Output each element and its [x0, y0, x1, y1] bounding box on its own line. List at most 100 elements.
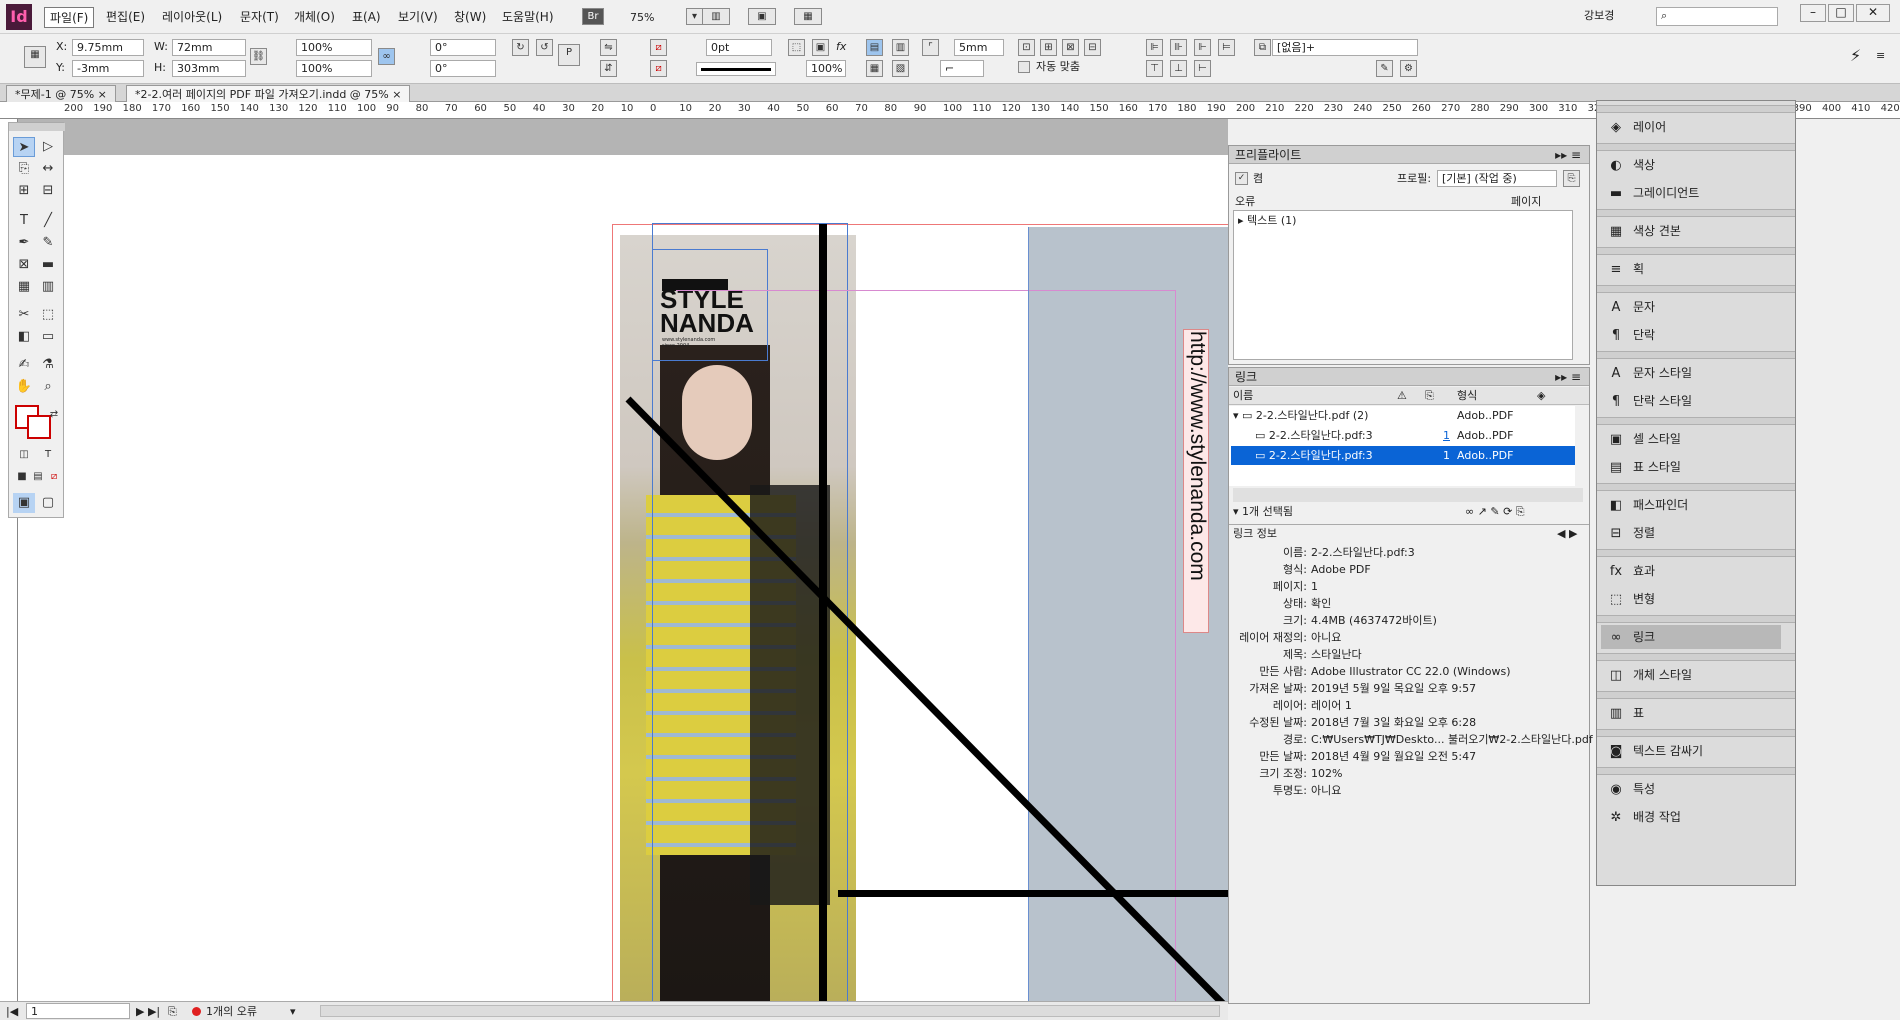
menu-file[interactable]: 파일(F): [44, 7, 95, 28]
dock-item-layers[interactable]: ◈ 레이어: [1607, 115, 1666, 139]
preview-mode-icon[interactable]: ▢: [37, 493, 59, 513]
rectangle-frame-tool-icon[interactable]: ⊠: [13, 255, 35, 275]
zoom-dropdown-icon[interactable]: ▾: [686, 8, 703, 25]
preflight-error-row[interactable]: ▸ 텍스트 (1): [1238, 213, 1296, 228]
opacity-field[interactable]: 100%: [806, 60, 846, 77]
shear-field[interactable]: 0°: [430, 60, 496, 77]
align-top-icon[interactable]: ▤: [866, 39, 883, 56]
stroke-weight-field[interactable]: 0pt: [706, 39, 772, 56]
name-column-header[interactable]: 이름: [1233, 388, 1253, 403]
scale-x-field[interactable]: 100%: [296, 39, 372, 56]
align-horizontal-centers-icon[interactable]: ⊪: [1170, 39, 1187, 56]
align-vertical-centers-icon[interactable]: ⊥: [1170, 60, 1187, 77]
diagonal-line[interactable]: [598, 379, 1228, 1001]
menu-help[interactable]: 도움말(H): [502, 8, 554, 25]
tab-untitled[interactable]: *무제-1 @ 75% ×: [6, 85, 116, 102]
zoom-level[interactable]: 75%: [630, 10, 654, 25]
constrain-proportions-icon[interactable]: ⛓: [250, 48, 267, 65]
normal-view-icon[interactable]: ▣: [13, 493, 35, 513]
menu-window[interactable]: 창(W): [454, 8, 486, 25]
scissors-tool-icon[interactable]: ✂: [13, 305, 35, 325]
control-panel-menu-icon[interactable]: ≡: [1876, 48, 1885, 63]
screen-mode-icon[interactable]: ▣: [748, 8, 776, 25]
dock-item-swatches[interactable]: ▦ 색상 견본: [1607, 219, 1681, 243]
format-column-header[interactable]: 형식: [1457, 388, 1477, 403]
dock-separator[interactable]: [1597, 653, 1795, 661]
link-scale-icon[interactable]: ∞: [378, 48, 395, 65]
menu-edit[interactable]: 편집(E): [106, 8, 145, 25]
dock-item-stroke[interactable]: ≡ 획: [1607, 257, 1645, 281]
menu-object[interactable]: 개체(O): [294, 8, 335, 25]
dock-separator[interactable]: [1597, 767, 1795, 775]
arrange-documents-icon[interactable]: ▦: [794, 8, 822, 25]
direct-selection-tool-icon[interactable]: ▷: [37, 137, 59, 157]
links-scrollbar[interactable]: [1233, 488, 1583, 502]
object-style-icon[interactable]: ⧉: [1254, 39, 1271, 56]
panel-menu-icon[interactable]: ▸▸ ≡: [1555, 368, 1581, 386]
selection-tool-icon[interactable]: ➤: [13, 137, 35, 157]
gradient-swatch-tool-icon[interactable]: ◧: [13, 327, 35, 347]
status-column-icon[interactable]: ⚠: [1397, 388, 1407, 403]
profile-options-icon[interactable]: ⎘: [1563, 170, 1580, 187]
first-page-icon[interactable]: |◀: [6, 1004, 18, 1019]
stroke-type-select[interactable]: [696, 62, 776, 76]
rectangle-tool-icon[interactable]: ▬: [37, 255, 59, 275]
link-info-nav-icon[interactable]: ◀ ▶: [1557, 526, 1577, 541]
h-field[interactable]: 303mm: [172, 60, 246, 77]
dock-separator[interactable]: [1597, 285, 1795, 293]
profile-select[interactable]: [기본] (작업 중): [1437, 170, 1557, 187]
page-number-field[interactable]: 1: [26, 1003, 130, 1019]
dock-separator[interactable]: [1597, 483, 1795, 491]
menu-type[interactable]: 문자(T): [240, 8, 279, 25]
menu-view[interactable]: 보기(V): [398, 8, 438, 25]
tab-document[interactable]: *2-2.여러 페이지의 PDF 파일 가져오기.indd @ 75% ×: [126, 85, 411, 102]
stroke-swatch-icon[interactable]: ⧄: [650, 60, 667, 77]
user-name[interactable]: 강보경: [1584, 8, 1614, 23]
scale-y-field[interactable]: 100%: [296, 60, 372, 77]
object-style-options-icon[interactable]: ⚙: [1400, 60, 1417, 77]
dock-item-paragraph-style[interactable]: ¶ 단락 스타일: [1607, 389, 1692, 413]
rotate-field[interactable]: 0°: [430, 39, 496, 56]
y-field[interactable]: -3mm: [72, 60, 144, 77]
tab-close-icon[interactable]: ×: [392, 88, 401, 101]
fill-proportionally-icon[interactable]: ⊞: [1040, 39, 1057, 56]
note-tool-icon[interactable]: ✍: [13, 355, 35, 375]
dock-item-character[interactable]: A 문자: [1607, 295, 1656, 319]
dock-item-table[interactable]: ▥ 표: [1607, 701, 1644, 725]
dock-separator[interactable]: [1597, 247, 1795, 255]
align-center-icon[interactable]: ▥: [892, 39, 909, 56]
panel-menu-icon[interactable]: ▸▸ ≡: [1555, 146, 1581, 164]
text-frame-icon[interactable]: P: [558, 44, 580, 66]
free-transform-tool-icon[interactable]: ⬚: [37, 305, 59, 325]
dock-separator[interactable]: [1597, 105, 1795, 113]
toolbox-grip[interactable]: [9, 123, 65, 131]
corner-shape-select[interactable]: ⌐: [940, 60, 984, 77]
type-tool-icon[interactable]: T: [13, 211, 35, 231]
next-page-icon[interactable]: ▶ ▶|: [136, 1004, 160, 1019]
dock-item-attributes[interactable]: ◉ 특성: [1607, 777, 1655, 801]
dock-item-text-wrap[interactable]: ◙ 텍스트 감싸기: [1607, 739, 1703, 763]
fit-content-icon[interactable]: ⬚: [788, 39, 805, 56]
page-tool-icon[interactable]: ⎘: [13, 159, 35, 179]
link-page[interactable]: 1: [1443, 448, 1450, 463]
dock-item-color[interactable]: ◐ 색상: [1607, 153, 1655, 177]
reference-point-icon[interactable]: ▦: [24, 46, 46, 68]
auto-fit-checkbox[interactable]: [1018, 61, 1030, 73]
dock-item-align[interactable]: ⊟ 정렬: [1607, 521, 1656, 545]
maximize-button[interactable]: □: [1828, 4, 1854, 22]
pen-tool-icon[interactable]: ✒: [13, 233, 35, 253]
link-row-selected[interactable]: ▭ 2-2.스타일난다.pdf:3 1 Adob..PDF: [1231, 446, 1575, 465]
links-group-row[interactable]: ▾ ▭ 2-2.스타일난다.pdf (2): [1233, 408, 1368, 423]
dock-separator[interactable]: [1597, 549, 1795, 557]
object-style-select[interactable]: [없음]+: [1272, 39, 1418, 56]
apply-none-icon[interactable]: ⧄: [43, 467, 65, 487]
table-tool-icon[interactable]: ▦: [13, 277, 35, 297]
fill-swatch-icon[interactable]: ⧄: [650, 39, 667, 56]
close-button[interactable]: ✕: [1856, 4, 1890, 22]
content-collector-icon[interactable]: ⊞: [13, 181, 35, 201]
link-page[interactable]: 1: [1443, 428, 1450, 443]
pencil-tool-icon[interactable]: ✎: [37, 233, 59, 253]
dock-item-table-style[interactable]: ▤ 표 스타일: [1607, 455, 1681, 479]
open-page-icon[interactable]: ⎘: [168, 1004, 177, 1019]
page-column-icon[interactable]: ⎘: [1425, 388, 1434, 403]
